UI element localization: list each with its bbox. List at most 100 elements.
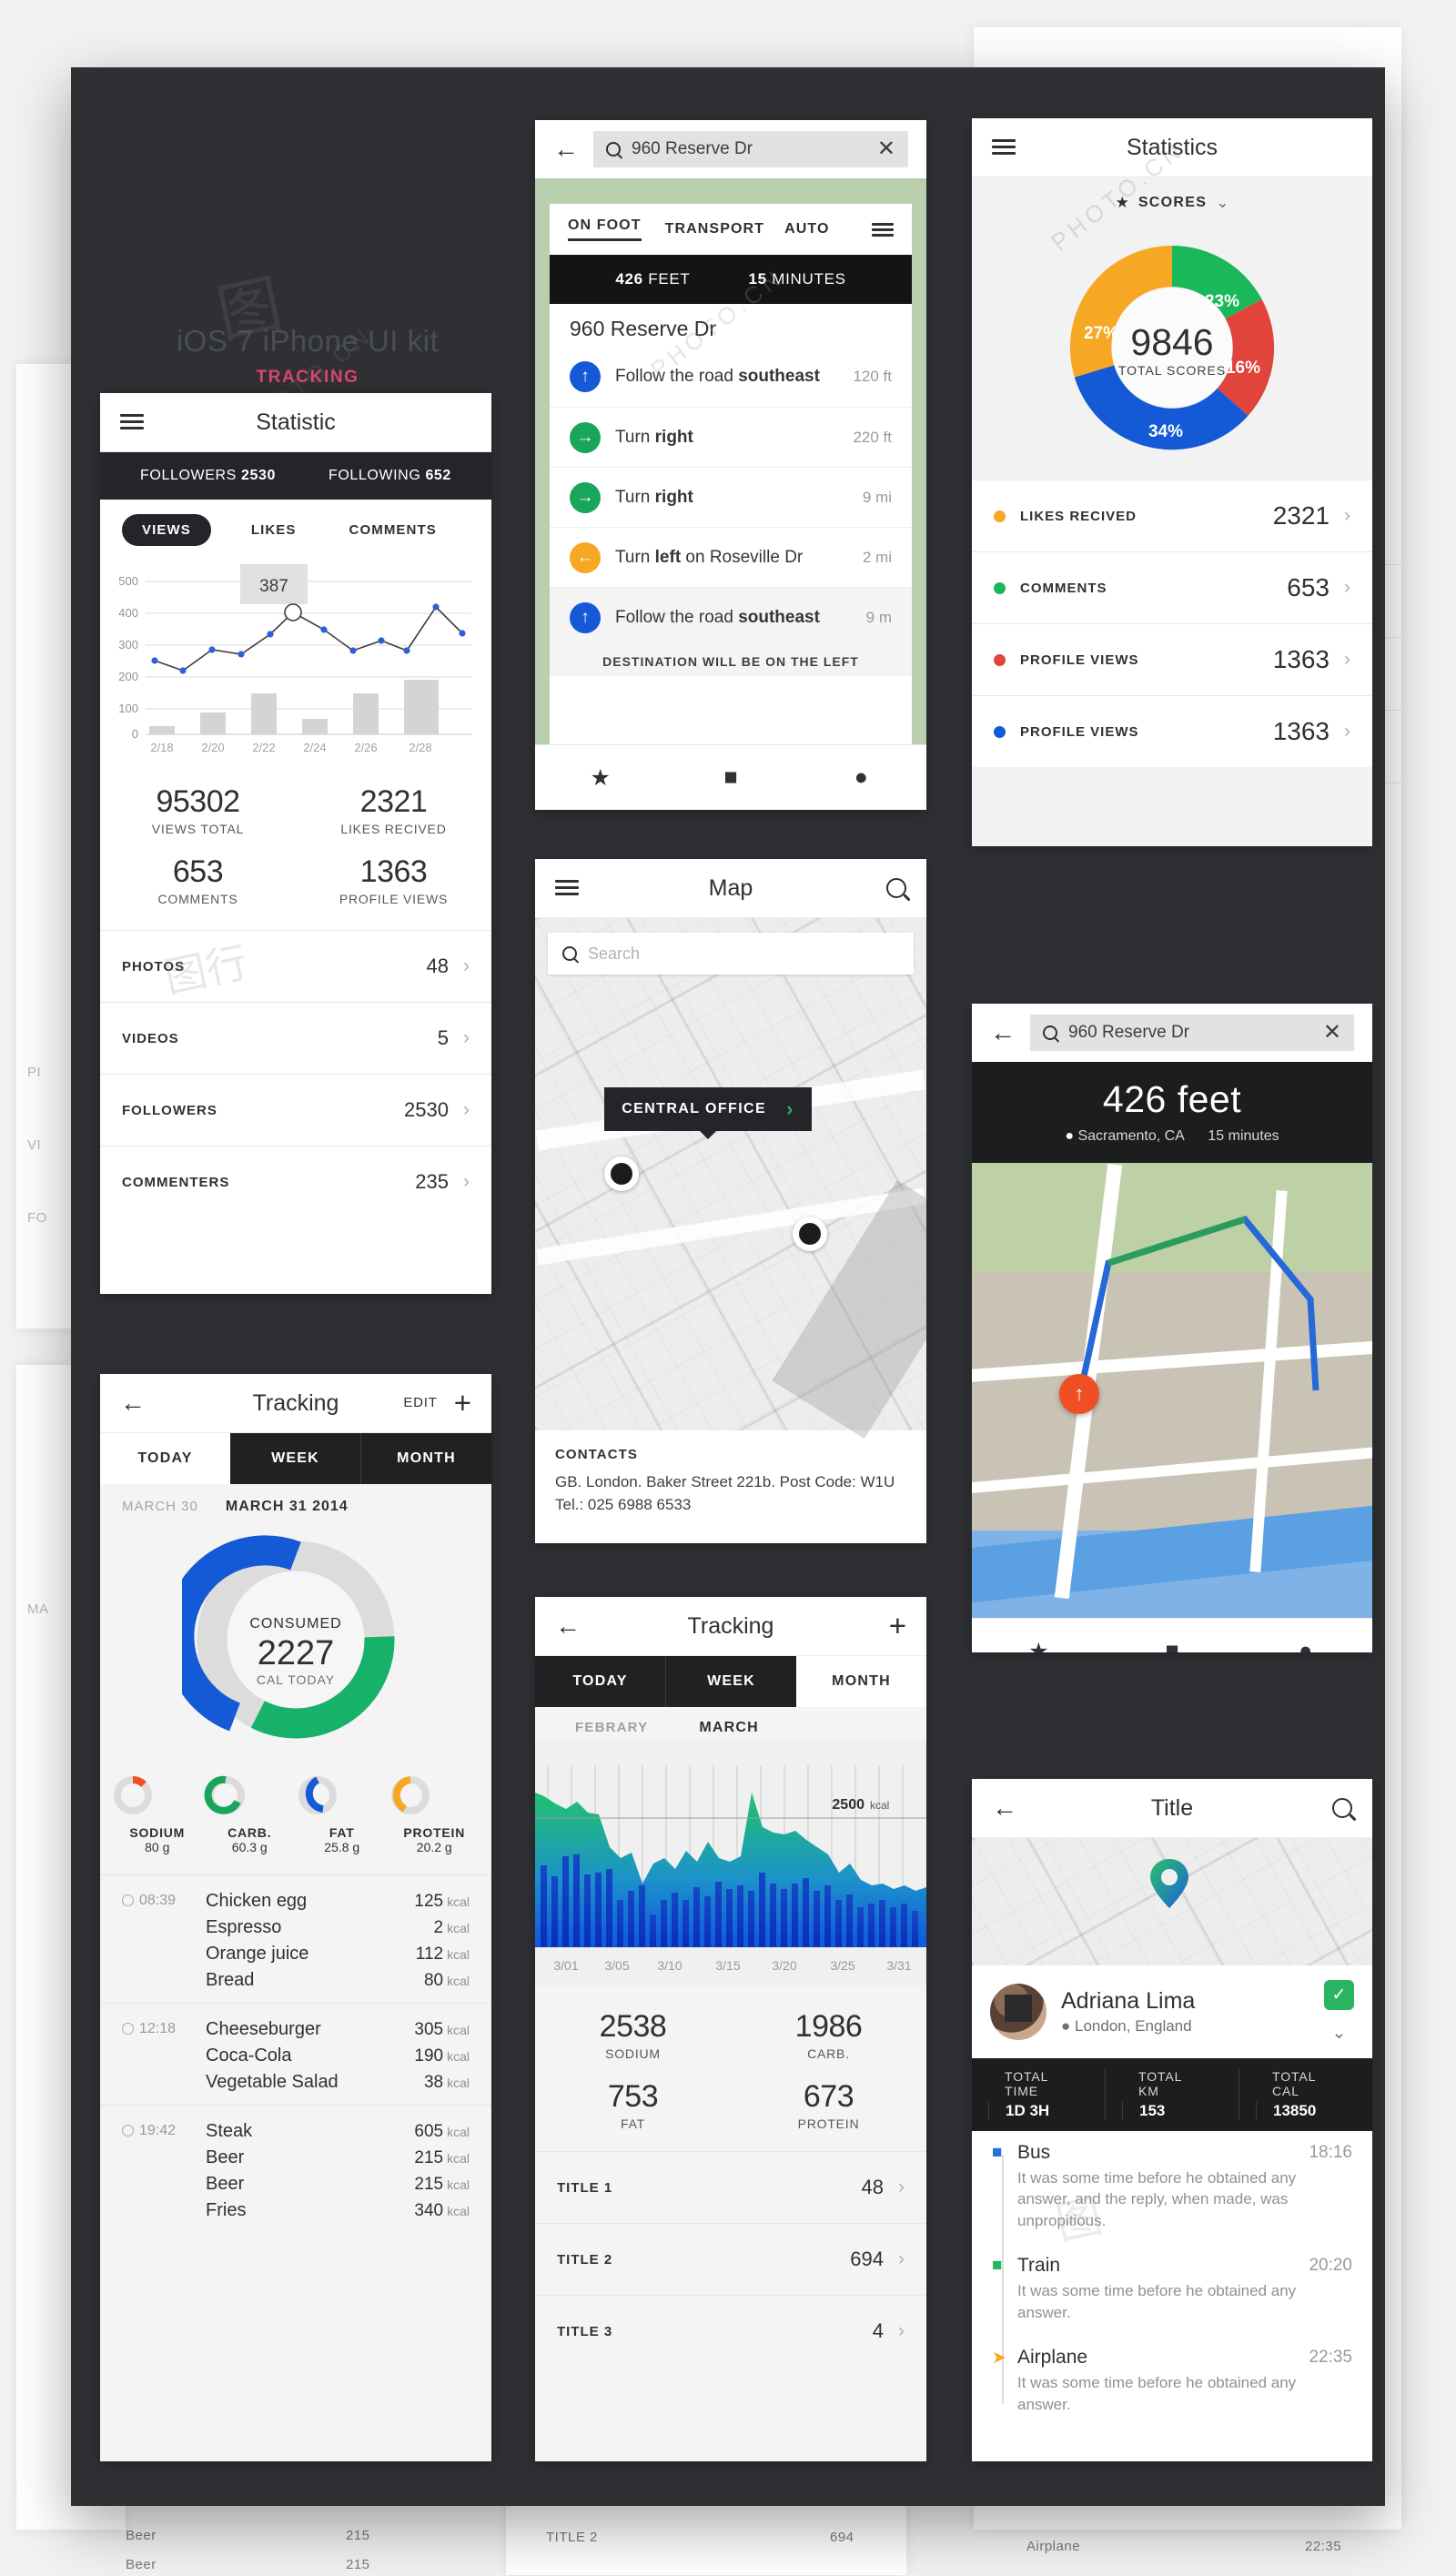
list-item-title-1[interactable]: TITLE 1 48 › [535, 2151, 926, 2223]
edit-button[interactable]: EDIT [403, 1395, 437, 1410]
stats-row-profile-views-2[interactable]: PROFILE VIEWS 1363 › [972, 695, 1372, 767]
stats-row-likes[interactable]: LIKES RECIVED 2321 › [972, 480, 1372, 551]
tab-likes[interactable]: LIKES [231, 514, 317, 546]
date-previous[interactable]: MARCH 30 [122, 1499, 198, 1514]
back-arrow-icon[interactable]: ← [992, 1795, 1017, 1821]
map-canvas[interactable]: Search CENTRAL OFFICE › [535, 918, 926, 1440]
tab-month[interactable]: MONTH [360, 1433, 491, 1484]
search-value: 960 Reserve Dr [1068, 1023, 1190, 1042]
mode-transport[interactable]: TRANSPORT [665, 221, 764, 237]
macro-carb[interactable]: CARB. 60.3 g [204, 1773, 297, 1854]
hamburger-icon[interactable] [872, 222, 894, 237]
tab-comments[interactable]: COMMENTS [329, 514, 457, 546]
person-icon[interactable]: ● [796, 764, 926, 791]
trip-train[interactable]: ■ Train 20:20 It was some time before he… [972, 2244, 1372, 2336]
chevron-down-icon[interactable]: ⌄ [1332, 2023, 1347, 2044]
trip-airplane[interactable]: ➤ Airplane 22:35 It was some time before… [972, 2336, 1372, 2428]
list-item-videos[interactable]: VIDEOS 5 › [100, 1002, 491, 1074]
route-meta: ● Sacramento, CA 15 minutes [972, 1128, 1372, 1145]
tab-today[interactable]: TODAY [100, 1433, 230, 1484]
list-item-photos[interactable]: PHOTOS 48 › [100, 930, 491, 1002]
plus-icon[interactable]: + [454, 1388, 471, 1418]
clock-icon [122, 1894, 134, 1906]
macro-protein[interactable]: PROTEIN 20.2 g [389, 1773, 481, 1854]
plus-icon[interactable]: + [889, 1611, 906, 1641]
scores-filter[interactable]: ★ SCORES ⌄ [972, 177, 1372, 216]
hamburger-icon[interactable] [555, 880, 579, 896]
list-item-title-3[interactable]: TITLE 3 4 › [535, 2295, 926, 2367]
map-tooltip[interactable]: CENTRAL OFFICE › [604, 1087, 812, 1139]
followers-stat[interactable]: FOLLOWERS 2530 [140, 468, 276, 484]
svg-text:3/01: 3/01 [553, 1958, 578, 1973]
direction-step[interactable]: ↑ Follow the road southeast 120 ft [550, 347, 912, 407]
profile-row[interactable]: Adriana Lima ● London, England ✓ ⌄ [972, 1965, 1372, 2058]
star-icon[interactable]: ★ [972, 1638, 1106, 1653]
search-icon[interactable] [886, 878, 906, 898]
meal-item[interactable]: 19:42 Steak 605 kcal [122, 2118, 470, 2145]
star-icon[interactable]: ★ [535, 764, 665, 792]
totals-bar: TOTAL TIME 1D 3H TOTAL KM 153 TOTAL CAL … [972, 2058, 1372, 2131]
direction-step[interactable]: ↑ Follow the road southeast 9 m [550, 587, 912, 647]
tab-week[interactable]: WEEK [665, 1656, 796, 1707]
meal-item[interactable]: Beer 215 kcal [122, 2145, 470, 2171]
month-previous[interactable]: FEBRARY [575, 1720, 648, 1736]
meal-item[interactable]: Espresso 2 kcal [122, 1914, 470, 1941]
trip-bus[interactable]: ■ Bus 18:16 It was some time before he o… [972, 2131, 1372, 2244]
consumed-donut-chart: CONSUMED 2227 CAL TODAY [100, 1519, 491, 1755]
close-icon[interactable]: ✕ [877, 138, 895, 160]
map-marker[interactable] [604, 1157, 639, 1191]
meal-item[interactable]: Vegetable Salad 38 kcal [122, 2069, 470, 2096]
direction-step[interactable]: → Turn right 220 ft [550, 407, 912, 467]
map-search-input[interactable]: Search [548, 933, 914, 975]
following-stat[interactable]: FOLLOWING 652 [329, 468, 451, 484]
row-value: 2530 [404, 1098, 449, 1121]
row-label: COMMENTS [1020, 580, 1107, 596]
search-input[interactable]: 960 Reserve Dr ✕ [593, 131, 908, 167]
list-item-followers[interactable]: FOLLOWERS 2530 › [100, 1074, 491, 1146]
statistic-card: Statistic FOLLOWERS 2530 FOLLOWING 652 V… [100, 393, 491, 1294]
check-icon[interactable]: ✓ [1324, 1980, 1354, 2010]
hamburger-icon[interactable] [992, 139, 1016, 156]
page-title: Tracking [687, 1612, 774, 1639]
slice-pct-blue: 34% [1148, 422, 1183, 441]
tab-views[interactable]: VIEWS [122, 514, 211, 546]
mode-on-foot[interactable]: ON FOOT [568, 217, 642, 241]
back-arrow-icon[interactable]: ← [990, 1020, 1016, 1046]
box-icon[interactable]: ■ [665, 764, 795, 791]
meal-item[interactable]: 08:39 Chicken egg 125 kcal [122, 1888, 470, 1914]
back-arrow-icon[interactable]: ← [553, 136, 579, 162]
route-map[interactable]: ↑ [972, 1163, 1372, 1618]
map-marker[interactable] [793, 1217, 827, 1251]
close-icon[interactable]: ✕ [1323, 1022, 1341, 1044]
meal-item[interactable]: Orange juice 112 kcal [122, 1941, 470, 1967]
macro-fat[interactable]: FAT 25.8 g [296, 1773, 389, 1854]
macro-sodium[interactable]: SODIUM 80 g [111, 1773, 204, 1854]
back-arrow-icon[interactable]: ← [120, 1390, 146, 1416]
tab-month[interactable]: MONTH [796, 1656, 926, 1707]
goal-value: 2500 [832, 1797, 864, 1813]
mode-auto[interactable]: AUTO [784, 221, 829, 237]
tab-week[interactable]: WEEK [230, 1433, 360, 1484]
search-input[interactable]: 960 Reserve Dr ✕ [1030, 1015, 1354, 1051]
list-item-commenters[interactable]: COMMENTERS 235 › [100, 1146, 491, 1217]
hamburger-icon[interactable] [120, 414, 144, 430]
search-icon[interactable] [1332, 1798, 1352, 1818]
tab-today[interactable]: TODAY [535, 1656, 665, 1707]
stats-row-comments[interactable]: COMMENTS 653 › [972, 551, 1372, 623]
direction-step[interactable]: → Turn right 9 mi [550, 467, 912, 527]
title-map[interactable] [972, 1838, 1372, 1965]
stats-row-profile-views-1[interactable]: PROFILE VIEWS 1363 › [972, 623, 1372, 695]
chevron-right-icon: › [463, 1171, 470, 1192]
svg-text:300: 300 [118, 638, 138, 652]
direction-step[interactable]: ← Turn left on Roseville Dr 2 mi [550, 527, 912, 587]
meal-item[interactable]: Bread 80 kcal [122, 1967, 470, 1994]
meal-item[interactable]: Coca-Cola 190 kcal [122, 2043, 470, 2069]
meal-group: 08:39 Chicken egg 125 kcal Espresso 2 kcal… [100, 1874, 491, 2003]
meal-item[interactable]: 12:18 Cheeseburger 305 kcal [122, 2016, 470, 2043]
person-icon[interactable]: ● [1239, 1638, 1372, 1652]
meal-item[interactable]: Fries 340 kcal [122, 2197, 470, 2224]
back-arrow-icon[interactable]: ← [555, 1613, 581, 1639]
list-item-title-2[interactable]: TITLE 2 694 › [535, 2223, 926, 2295]
meal-item[interactable]: Beer 215 kcal [122, 2171, 470, 2197]
box-icon[interactable]: ■ [1106, 1638, 1239, 1652]
